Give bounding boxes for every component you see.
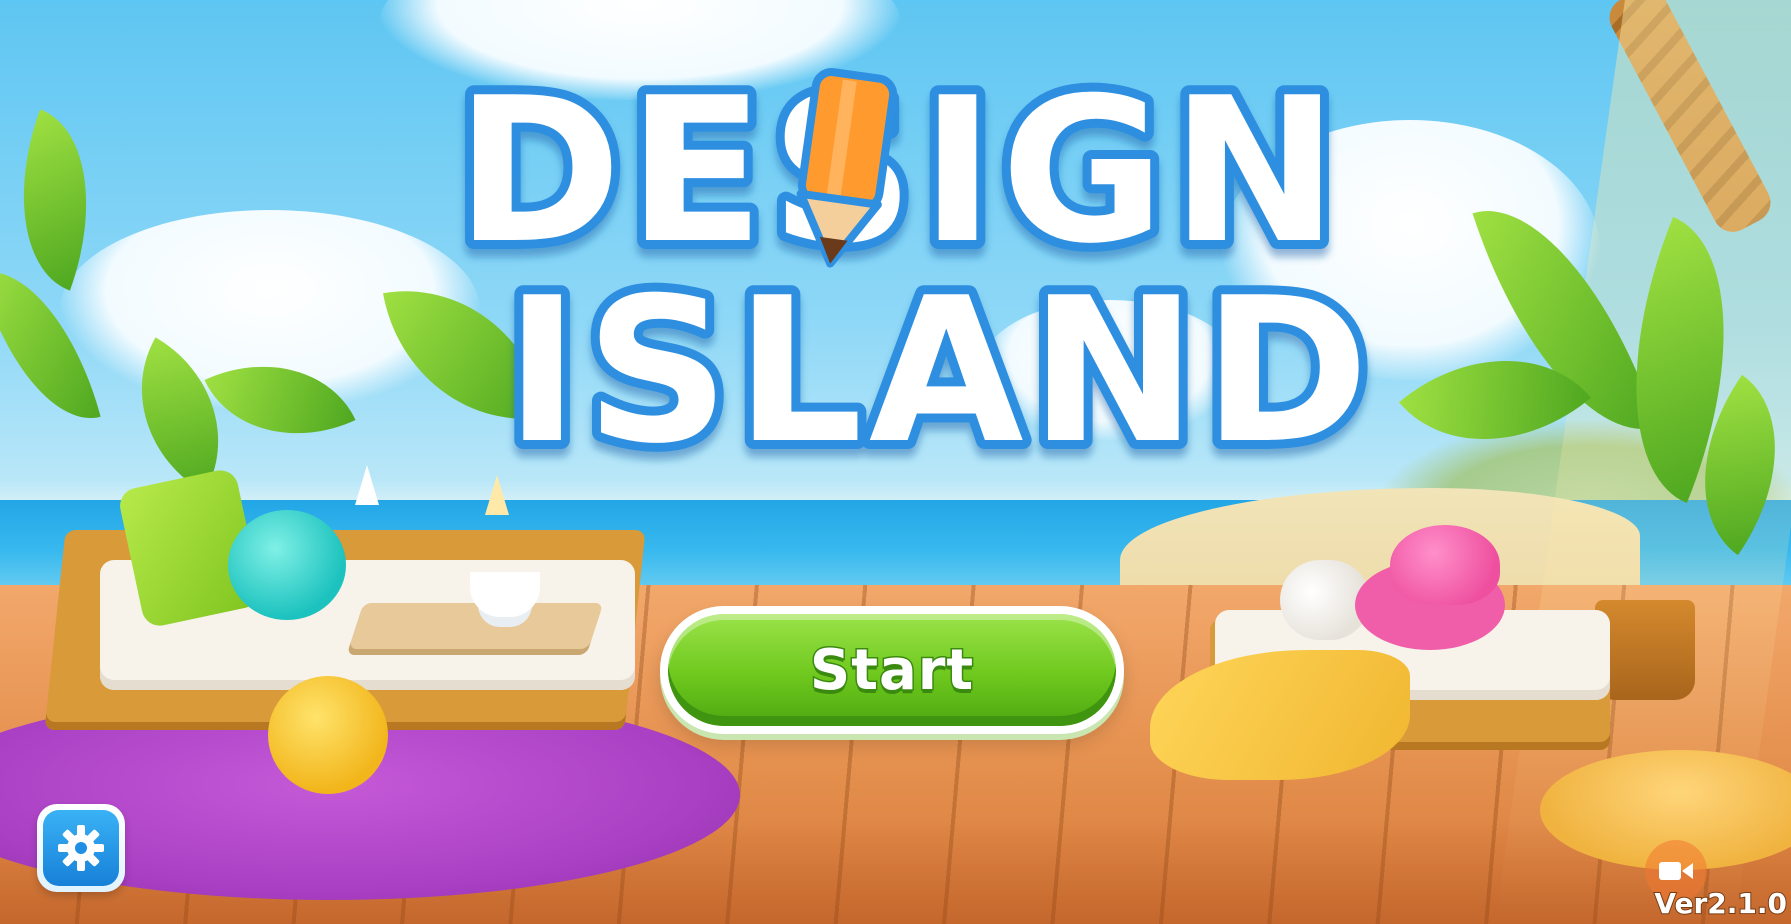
game-logo: DESIGN ISLAND [380, 46, 1420, 497]
title-screen: DESIGN ISLAND Start Ver2.1.0 [0, 0, 1791, 924]
start-button-label: Start [808, 636, 975, 704]
knot-pillow [228, 510, 346, 620]
sailboat [355, 465, 379, 505]
version-label: Ver2.1.0 [1653, 886, 1788, 921]
gear-icon [58, 825, 104, 871]
yellow-pouf [268, 676, 388, 794]
start-button-face: Start [668, 614, 1116, 726]
settings-button[interactable] [37, 804, 125, 892]
plant-pot [1595, 600, 1695, 700]
palm-trunk [1602, 0, 1778, 239]
logo-line-2: ISLAND [505, 255, 1375, 488]
video-camera-icon [1659, 862, 1693, 880]
logo-line-1: DESIGN [456, 55, 1345, 288]
tray [346, 603, 604, 655]
sun-hat-crown [1390, 525, 1500, 605]
settings-button-face [43, 810, 119, 886]
logo-graphic: DESIGN ISLAND [447, 46, 1378, 497]
start-button[interactable]: Start [660, 606, 1124, 734]
